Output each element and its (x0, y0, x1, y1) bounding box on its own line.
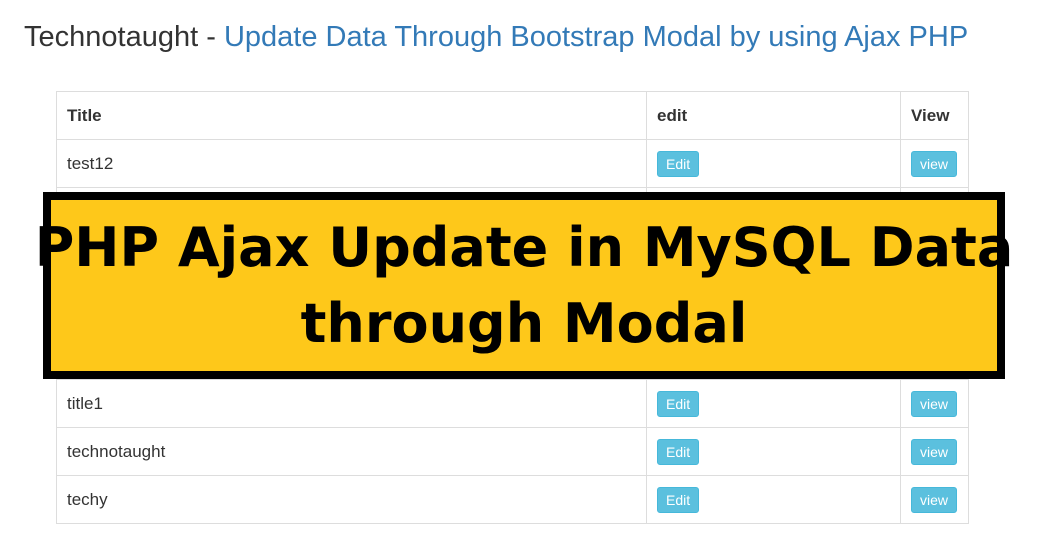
row-title: techy (56, 475, 647, 524)
edit-button[interactable]: Edit (657, 150, 700, 177)
site-brand: Technotaught (24, 21, 199, 53)
edit-button[interactable]: Edit (657, 390, 700, 417)
row-title: technotaught (56, 427, 647, 476)
row-title: test12 (56, 139, 647, 188)
edit-button[interactable]: Edit (657, 486, 700, 513)
column-header-title: Title (56, 91, 647, 140)
edit-cell: Edit (646, 475, 901, 524)
article-title-link[interactable]: Update Data Through Bootstrap Modal by u… (224, 21, 968, 53)
edit-cell: Edit (646, 139, 901, 188)
view-cell: view (900, 379, 969, 428)
view-button[interactable]: view (911, 438, 958, 465)
table-row: title1 Edit view (56, 379, 969, 428)
view-button[interactable]: view (911, 486, 958, 513)
table-row: technotaught Edit view (56, 427, 969, 476)
view-cell: view (900, 427, 969, 476)
table-row: techy Edit view (56, 475, 969, 524)
banner-line-1: PHP Ajax Update in MySQL Data (34, 215, 1014, 279)
view-button[interactable]: view (911, 150, 958, 177)
banner-line-2: through Modal (300, 291, 748, 355)
column-header-edit: edit (646, 91, 901, 140)
column-header-view: View (900, 91, 969, 140)
title-banner: PHP Ajax Update in MySQL Data through Mo… (35, 192, 1013, 379)
view-cell: view (900, 475, 969, 524)
edit-cell: Edit (646, 379, 901, 428)
edit-cell: Edit (646, 427, 901, 476)
table-header-row: Title edit View (56, 91, 969, 140)
page-title: Technotaught - Update Data Through Boots… (24, 17, 968, 57)
view-button[interactable]: view (911, 390, 958, 417)
edit-button[interactable]: Edit (657, 438, 700, 465)
row-title: title1 (56, 379, 647, 428)
title-separator: - (206, 21, 216, 53)
table-row: test12 Edit view (56, 139, 969, 188)
view-cell: view (900, 139, 969, 188)
